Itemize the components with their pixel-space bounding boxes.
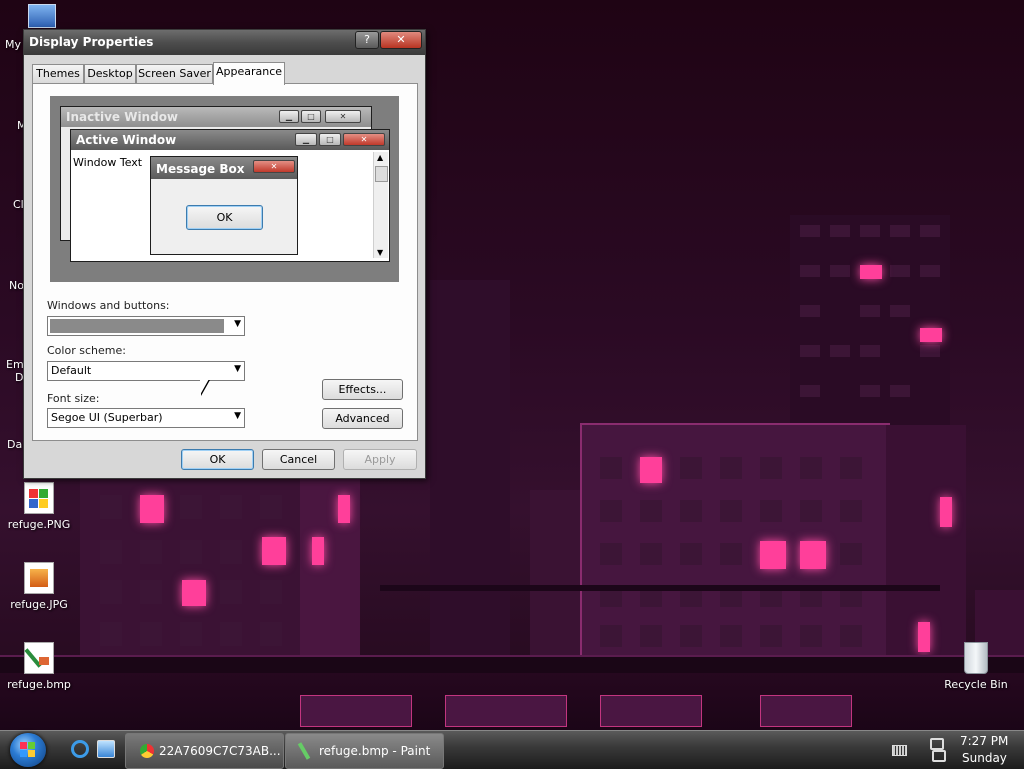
- chevron-down-icon: ▼: [234, 411, 241, 421]
- maximize-icon: □: [301, 110, 321, 123]
- recycle-bin-icon: [964, 642, 988, 674]
- paint-icon: [297, 742, 311, 760]
- font-size-label: Font size:: [47, 392, 100, 405]
- desktop-icon-refuge-bmp[interactable]: refuge.bmp: [3, 642, 75, 691]
- desktop-icon-refuge-jpg[interactable]: refuge.JPG: [3, 562, 75, 611]
- windows-buttons-swatch: [50, 319, 224, 333]
- preview-inactive-title: Inactive Window: [66, 110, 179, 124]
- desktop-icon-label-partial[interactable]: No: [9, 279, 24, 292]
- maximize-icon: □: [319, 133, 341, 146]
- chevron-down-icon: ▼: [234, 364, 241, 374]
- apply-button[interactable]: Apply: [343, 449, 417, 470]
- appearance-panel: Inactive Window ▁ □ ✕ Active Window ▁ □ …: [32, 83, 418, 441]
- scroll-up-icon: ▲: [377, 153, 384, 162]
- desktop-icon-label-partial[interactable]: My: [5, 38, 21, 51]
- preview-message-title: Message Box: [156, 162, 245, 176]
- preview-window-text: Window Text: [73, 156, 143, 169]
- desktop-icon-label-partial[interactable]: Em: [6, 358, 24, 371]
- tab-themes[interactable]: Themes: [32, 64, 84, 83]
- desktop-icon-label: refuge.bmp: [7, 678, 71, 691]
- ok-button[interactable]: OK: [181, 449, 254, 470]
- tab-appearance[interactable]: Appearance: [213, 62, 285, 85]
- font-size-value: Segoe UI (Superbar): [51, 411, 163, 424]
- scroll-down-icon: ▼: [377, 248, 384, 257]
- windows-buttons-label: Windows and buttons:: [47, 299, 170, 312]
- tab-desktop[interactable]: Desktop: [84, 64, 136, 83]
- clock-time[interactable]: 7:27 PM: [960, 734, 1008, 748]
- mouse-cursor-icon: [200, 379, 209, 395]
- appearance-preview: Inactive Window ▁ □ ✕ Active Window ▁ □ …: [50, 96, 399, 282]
- preview-ok-button: OK: [186, 205, 263, 230]
- building: [300, 470, 360, 660]
- effects-button[interactable]: Effects...: [322, 379, 403, 400]
- chevron-down-icon: ▼: [234, 319, 241, 329]
- display-properties-dialog: Display Properties ? ✕ Themes Desktop Sc…: [23, 29, 426, 479]
- start-orb-icon[interactable]: [10, 733, 46, 767]
- close-icon: ✕: [343, 133, 385, 146]
- color-scheme-value: Default: [51, 364, 92, 377]
- advanced-button[interactable]: Advanced: [322, 408, 403, 429]
- tab-screen-saver[interactable]: Screen Saver: [136, 64, 213, 83]
- close-button[interactable]: ✕: [380, 31, 422, 49]
- help-button[interactable]: ?: [355, 31, 379, 49]
- desktop-icon-label-partial[interactable]: Da: [7, 438, 22, 451]
- close-icon: ✕: [325, 110, 361, 123]
- taskbar: 22A7609C7C73AB... refuge.bmp - Paint 7:2…: [0, 730, 1024, 769]
- chrome-icon: [140, 744, 154, 758]
- internet-explorer-icon[interactable]: [71, 740, 89, 758]
- desktop-icon-recycle-bin[interactable]: Recycle Bin: [940, 642, 1012, 691]
- taskbar-button-paint[interactable]: refuge.bmp - Paint: [285, 733, 444, 769]
- desktop-icon-label: Recycle Bin: [944, 678, 1008, 691]
- taskbar-button-chrome[interactable]: 22A7609C7C73AB...: [125, 733, 284, 769]
- minimize-icon: ▁: [295, 133, 317, 146]
- preview-active-title: Active Window: [76, 133, 177, 147]
- color-scheme-label: Color scheme:: [47, 344, 126, 357]
- taskbar-button-label: 22A7609C7C73AB...: [159, 744, 281, 758]
- image-file-icon: [24, 562, 54, 594]
- paint-file-icon: [24, 642, 54, 674]
- cancel-button[interactable]: Cancel: [262, 449, 335, 470]
- taskbar-button-label: refuge.bmp - Paint: [319, 744, 431, 758]
- windows-buttons-dropdown[interactable]: ▼: [47, 316, 245, 336]
- close-icon: ✕: [253, 160, 295, 173]
- elevated-track-rail: [380, 585, 940, 591]
- show-desktop-icon[interactable]: [97, 740, 115, 758]
- font-size-dropdown[interactable]: Segoe UI (Superbar) ▼: [47, 408, 245, 428]
- keyboard-icon[interactable]: [892, 745, 907, 756]
- preview-scrollbar: ▲ ▼: [373, 152, 388, 258]
- minimize-icon: ▁: [279, 110, 299, 123]
- network-icon[interactable]: [928, 736, 946, 762]
- desktop-icon-label: refuge.PNG: [7, 518, 71, 531]
- scroll-thumb: [375, 166, 388, 182]
- desktop-icon-refuge-png[interactable]: refuge.PNG: [3, 482, 75, 531]
- elevated-track: [0, 655, 1024, 675]
- dialog-title: Display Properties: [29, 35, 154, 49]
- preview-message-box: Message Box ✕ OK: [150, 156, 298, 255]
- clock-day[interactable]: Sunday: [962, 751, 1007, 765]
- my-computer-icon[interactable]: [28, 4, 56, 28]
- dialog-title-bar[interactable]: Display Properties ? ✕: [24, 30, 425, 55]
- desktop-icon-label: refuge.JPG: [10, 598, 68, 611]
- color-scheme-dropdown[interactable]: Default ▼: [47, 361, 245, 381]
- image-file-icon: [24, 482, 54, 514]
